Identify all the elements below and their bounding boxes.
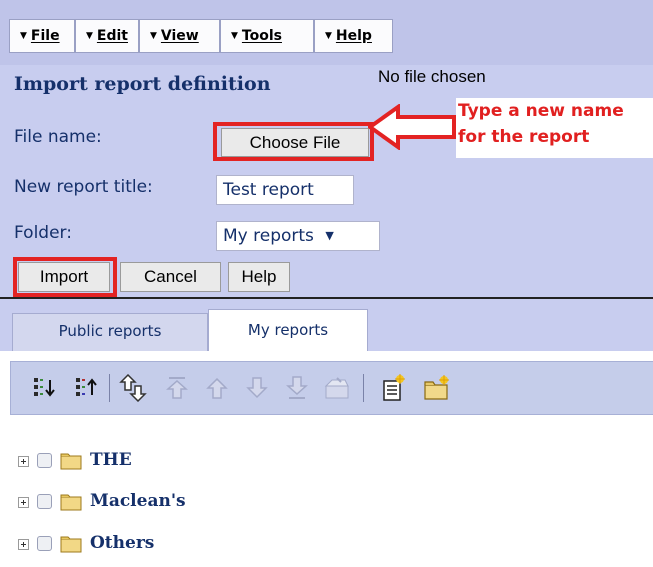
dropdown-triangle-icon: ▼	[150, 31, 157, 41]
menu-help[interactable]: ▼ Help	[314, 19, 393, 53]
move-top-icon[interactable]	[163, 374, 191, 402]
folder-select-value: My reports	[223, 226, 314, 246]
folder-label: Folder:	[14, 223, 72, 243]
expand-plus-icon[interactable]	[18, 539, 29, 550]
move-up-icon[interactable]	[203, 374, 231, 402]
report-title-input[interactable]: Test report	[216, 175, 354, 205]
dropdown-triangle-icon: ▼	[231, 31, 238, 41]
folder-checkbox[interactable]	[37, 453, 52, 468]
tab-my-reports[interactable]: My reports	[208, 309, 368, 351]
expand-all-icon[interactable]	[31, 374, 59, 402]
annotation-text: Type a new name for the report	[456, 98, 653, 158]
chevron-down-icon: ▼	[325, 229, 334, 242]
expand-plus-icon[interactable]	[18, 456, 29, 467]
dropdown-triangle-icon: ▼	[86, 31, 93, 41]
annotation-arrow-icon	[368, 104, 456, 150]
folder-icon	[60, 536, 82, 553]
choose-file-highlight	[213, 122, 374, 161]
folder-icon	[60, 494, 82, 511]
folder-label: Maclean's	[90, 491, 186, 511]
dropdown-triangle-icon: ▼	[20, 31, 27, 41]
folder-checkbox[interactable]	[37, 536, 52, 551]
folder-label: THE	[90, 450, 132, 470]
no-file-text: No file chosen	[378, 67, 486, 86]
folder-label: Others	[90, 533, 155, 553]
collapse-all-icon[interactable]	[73, 374, 101, 402]
help-button[interactable]: Help	[228, 262, 290, 292]
menu-file[interactable]: ▼ File	[9, 19, 75, 53]
menu-edit[interactable]: ▼ Edit	[75, 19, 139, 53]
new-title-label: New report title:	[14, 177, 153, 197]
file-name-label: File name:	[14, 127, 102, 147]
move-down-icon[interactable]	[243, 374, 271, 402]
dropdown-triangle-icon: ▼	[325, 31, 332, 41]
move-icon[interactable]	[119, 374, 147, 402]
new-folder-icon[interactable]	[423, 374, 451, 402]
new-report-icon[interactable]	[379, 374, 407, 402]
menu-tools[interactable]: ▼ Tools	[220, 19, 314, 53]
move-bottom-icon[interactable]	[283, 374, 311, 402]
cancel-button[interactable]: Cancel	[120, 262, 221, 292]
folder-select[interactable]: My reports ▼	[216, 221, 380, 251]
expand-plus-icon[interactable]	[18, 497, 29, 508]
annotation-line-1: Type a new name	[458, 101, 624, 121]
annotation-line-2: for the report	[458, 127, 590, 147]
toolbar-area	[0, 351, 653, 423]
tab-strip: Public reports My reports	[0, 299, 653, 351]
folder-icon	[60, 453, 82, 470]
tab-public-reports[interactable]: Public reports	[12, 313, 208, 351]
toolbar	[10, 361, 653, 415]
menu-view[interactable]: ▼ View	[139, 19, 220, 53]
folder-checkbox[interactable]	[37, 494, 52, 509]
toolbar-separator	[109, 374, 110, 402]
menu-bar: ▼ File ▼ Edit ▼ View ▼ Tools ▼ Help	[0, 0, 653, 65]
import-title: Import report definition	[14, 73, 271, 95]
paste-icon[interactable]	[323, 374, 351, 402]
import-highlight	[13, 257, 117, 297]
toolbar-separator	[363, 374, 364, 402]
